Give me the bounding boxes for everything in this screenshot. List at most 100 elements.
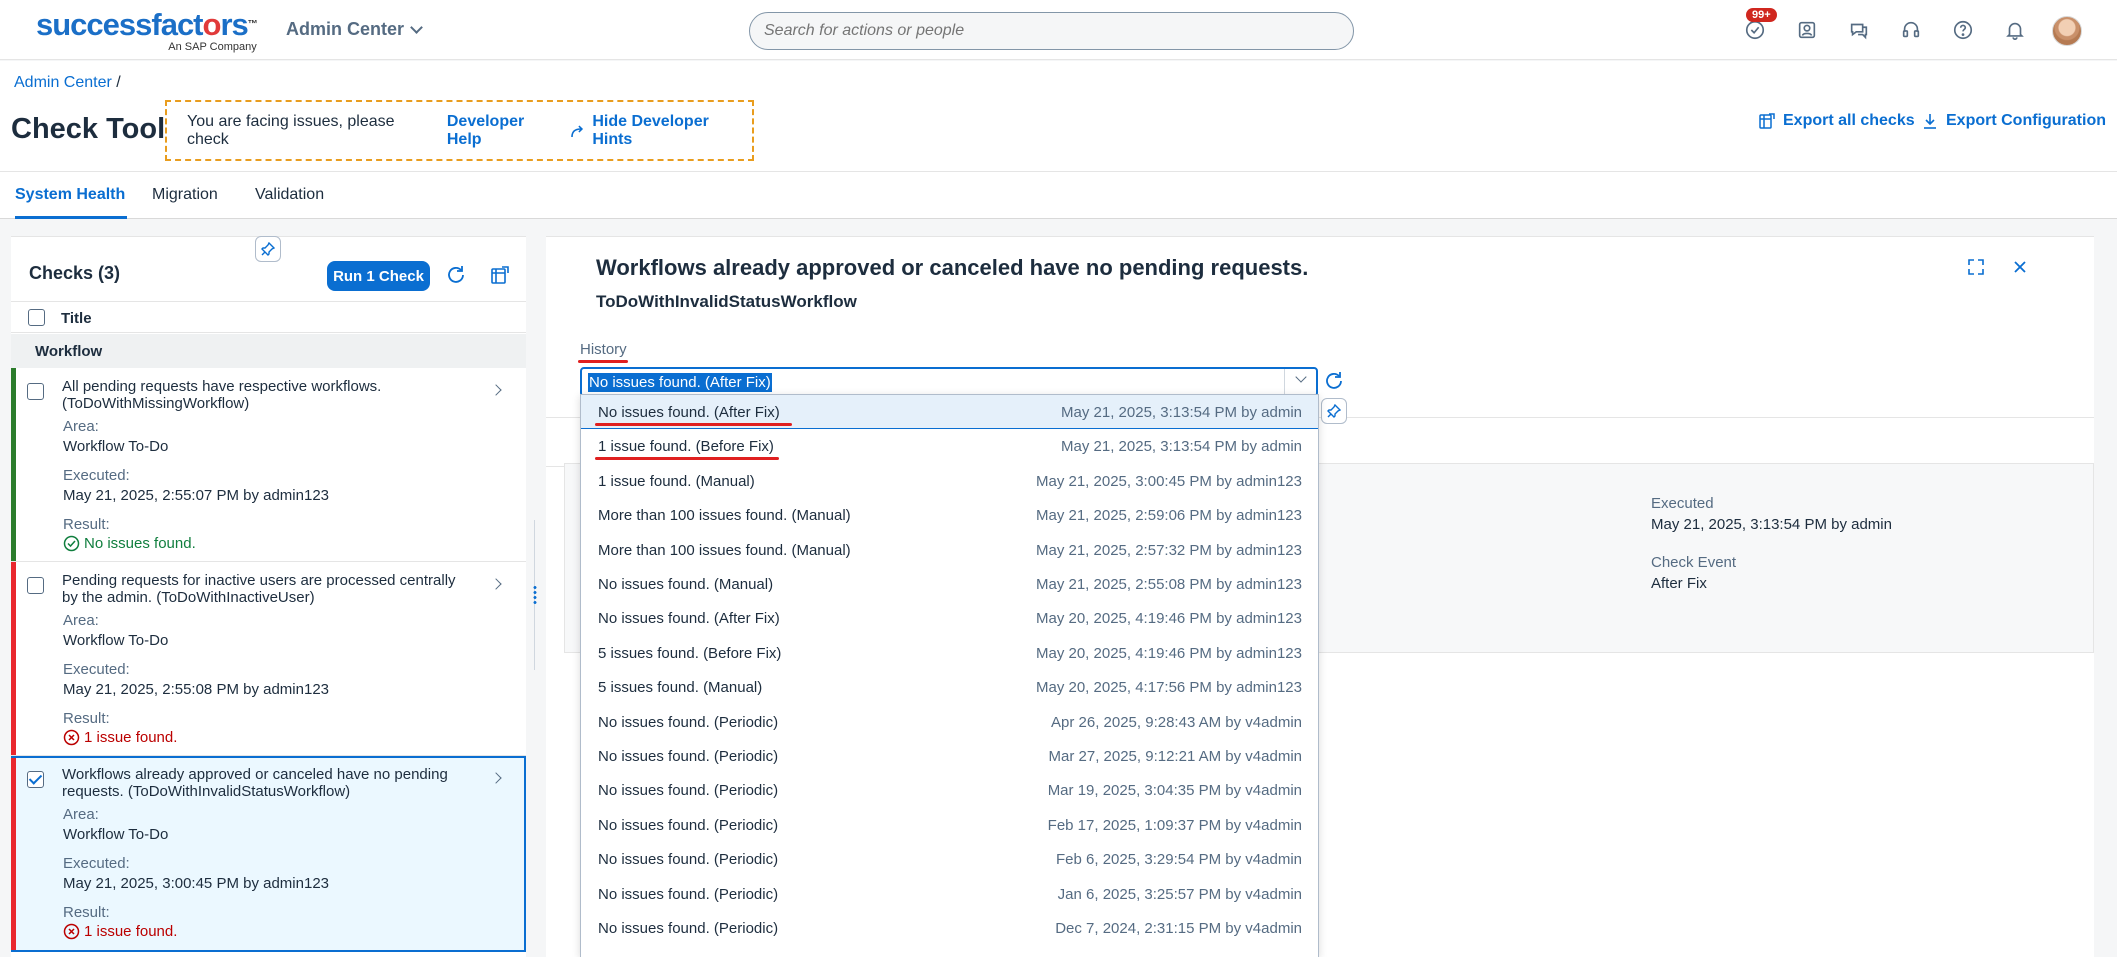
- area-value: Workflow To-Do: [63, 632, 169, 649]
- history-select[interactable]: No issues found. (After Fix): [580, 367, 1318, 397]
- check-item-checkbox[interactable]: [27, 577, 44, 594]
- history-option[interactable]: No issues found. (Periodic) Mar 27, 2025,…: [581, 739, 1318, 773]
- download-icon: [1924, 114, 1936, 129]
- option-timestamp: Dec 7, 2024, 2:31:15 PM by v4admin: [1055, 920, 1302, 937]
- status-bar: [11, 368, 16, 561]
- history-option[interactable]: 5 issues found. (Before Fix) May 20, 2025…: [581, 636, 1318, 670]
- option-label: No issues found. (Manual): [598, 576, 774, 593]
- area-value: Workflow To-Do: [63, 438, 169, 455]
- history-option[interactable]: 1 issue found. (Manual) May 21, 2025, 3:0…: [581, 464, 1318, 498]
- pin-icon[interactable]: [1321, 398, 1347, 424]
- option-timestamp: Apr 26, 2025, 9:28:43 AM by v4admin: [1051, 713, 1302, 731]
- hint-text: You are facing issues, please check: [187, 112, 395, 148]
- chat-assistant-icon[interactable]: [1846, 17, 1872, 43]
- history-dropdown-list: No issues found. (After Fix) May 21, 2025…: [580, 394, 1319, 957]
- refresh-icon[interactable]: [445, 264, 469, 288]
- export-all-checks-button[interactable]: Export all checks: [1758, 112, 1915, 130]
- executed-value: May 21, 2025, 2:55:08 PM by admin123: [63, 681, 330, 698]
- history-option[interactable]: 5 issues found. (Manual) May 20, 2025, 4:…: [581, 670, 1318, 704]
- result-label: Result:: [63, 516, 110, 533]
- option-timestamp: May 21, 2025, 2:59:06 PM by admin123: [1035, 507, 1302, 525]
- check-item-title: Workflows already approved or canceled h…: [62, 766, 448, 800]
- check-event-label: Check Event: [1651, 554, 1737, 571]
- select-all-checkbox[interactable]: [28, 309, 45, 326]
- check-item-title: All pending requests have respective wor…: [62, 378, 382, 412]
- people-profile-icon[interactable]: [1794, 17, 1820, 43]
- tab-bar: System Health Migration Validation: [0, 171, 2117, 219]
- table-header-row: Title: [11, 301, 526, 333]
- error-circle-icon: [63, 729, 80, 746]
- success-check-icon: [63, 535, 80, 552]
- column-title: Title: [61, 310, 92, 327]
- check-item-selected[interactable]: Workflows already approved or canceled h…: [11, 756, 526, 952]
- history-option[interactable]: No issues found. (Periodic) Dec 7, 2024, …: [581, 911, 1318, 945]
- group-label: Workflow: [35, 343, 103, 360]
- option-label: No issues found. (Periodic): [598, 816, 779, 834]
- executed-value: May 21, 2025, 2:55:07 PM by admin123: [63, 487, 330, 504]
- result-label: Result:: [63, 710, 110, 727]
- history-option[interactable]: No issues found. (Periodic) Feb 6, 2025, …: [581, 842, 1318, 876]
- option-label: No issues found. (Periodic): [598, 851, 779, 869]
- history-dropdown-button[interactable]: [1284, 369, 1316, 395]
- check-item-checkbox[interactable]: [27, 771, 44, 788]
- developer-help-link[interactable]: Developer Help: [447, 113, 563, 149]
- help-icon[interactable]: [1950, 17, 1976, 43]
- result-label: Result:: [63, 904, 110, 921]
- annotation-underline: [595, 423, 792, 426]
- breadcrumb-separator: /: [116, 74, 121, 91]
- option-timestamp: May 21, 2025, 2:57:32 PM by admin123: [1035, 541, 1302, 559]
- history-option[interactable]: More than 100 issues found. (Manual) May …: [581, 533, 1318, 567]
- check-item-title: Pending requests for inactive users are …: [62, 572, 456, 606]
- history-option[interactable]: No issues found. (After Fix) May 20, 2025…: [581, 601, 1318, 635]
- executed-label: Executed:: [63, 661, 130, 678]
- option-label: 1 issue found. (Manual): [598, 472, 755, 490]
- history-option[interactable]: No issues found. (Manual) May 21, 2025, 2…: [581, 567, 1318, 601]
- history-option[interactable]: No issues found. (Periodic) Feb 17, 2025,…: [581, 808, 1318, 842]
- option-timestamp: Feb 6, 2025, 3:29:54 PM by v4admin: [1056, 851, 1302, 869]
- notification-bell-icon[interactable]: [2002, 17, 2028, 43]
- chevron-right-icon: [490, 578, 502, 590]
- history-option[interactable]: No issues found. (Periodic) Apr 26, 2025,…: [581, 705, 1318, 739]
- hide-developer-hints-link[interactable]: Hide Developer Hints: [570, 113, 752, 149]
- close-icon[interactable]: [2010, 257, 2034, 281]
- user-avatar[interactable]: [2052, 16, 2082, 46]
- chevron-right-icon: [490, 772, 502, 784]
- annotation-underline: [578, 360, 628, 363]
- history-option[interactable]: No issues found. (Periodic) Jan 6, 2025, …: [581, 877, 1318, 911]
- option-label: More than 100 issues found. (Manual): [598, 541, 851, 559]
- status-bar: [11, 758, 16, 950]
- option-label: No issues found. (Periodic): [598, 885, 779, 903]
- check-item[interactable]: All pending requests have respective wor…: [11, 368, 526, 562]
- support-headset-icon[interactable]: [1898, 17, 1924, 43]
- export-table-icon: [1759, 113, 1775, 129]
- check-item[interactable]: Pending requests for inactive users are …: [11, 562, 526, 756]
- option-label: No issues found. (Periodic): [598, 748, 779, 765]
- history-option[interactable]: No issues found. (Periodic) Mar 19, 2025,…: [581, 773, 1318, 807]
- export-table-icon[interactable]: [489, 264, 513, 288]
- option-timestamp: May 21, 2025, 3:00:45 PM by admin123: [1035, 472, 1302, 490]
- fullscreen-icon[interactable]: [1966, 257, 1990, 281]
- tab-migration[interactable]: Migration: [152, 186, 218, 204]
- option-timestamp: May 21, 2025, 2:55:08 PM by admin123: [1035, 576, 1302, 593]
- area-value: Workflow To-Do: [63, 826, 169, 843]
- pin-icon[interactable]: [255, 236, 281, 262]
- option-timestamp: May 21, 2025, 3:13:54 PM by admin: [1061, 438, 1302, 456]
- hide-hints-label: Hide Developer Hints: [592, 112, 709, 148]
- chevron-right-icon: [490, 384, 502, 396]
- tab-validation[interactable]: Validation: [255, 186, 324, 204]
- panel-splitter-handle[interactable]: [530, 520, 540, 670]
- history-label: History: [580, 341, 627, 358]
- grip-icon: [532, 585, 538, 605]
- export-configuration-button[interactable]: Export Configuration: [1921, 112, 2106, 130]
- executed-label: Executed: [1651, 495, 1714, 512]
- check-item-checkbox[interactable]: [27, 383, 44, 400]
- option-label: No issues found. (After Fix): [598, 610, 780, 628]
- run-check-button[interactable]: Run 1 Check: [327, 261, 430, 291]
- history-option[interactable]: More than 100 issues found. (Manual) May …: [581, 498, 1318, 532]
- refresh-icon[interactable]: [1323, 370, 1347, 394]
- result-value: 1 issue found.: [63, 923, 177, 940]
- option-label: 1 issue found. (Before Fix): [598, 438, 774, 456]
- option-label: No issues found. (Periodic): [598, 920, 779, 937]
- tab-system-health[interactable]: System Health: [15, 186, 128, 219]
- breadcrumb-admin-center[interactable]: Admin Center: [14, 74, 112, 91]
